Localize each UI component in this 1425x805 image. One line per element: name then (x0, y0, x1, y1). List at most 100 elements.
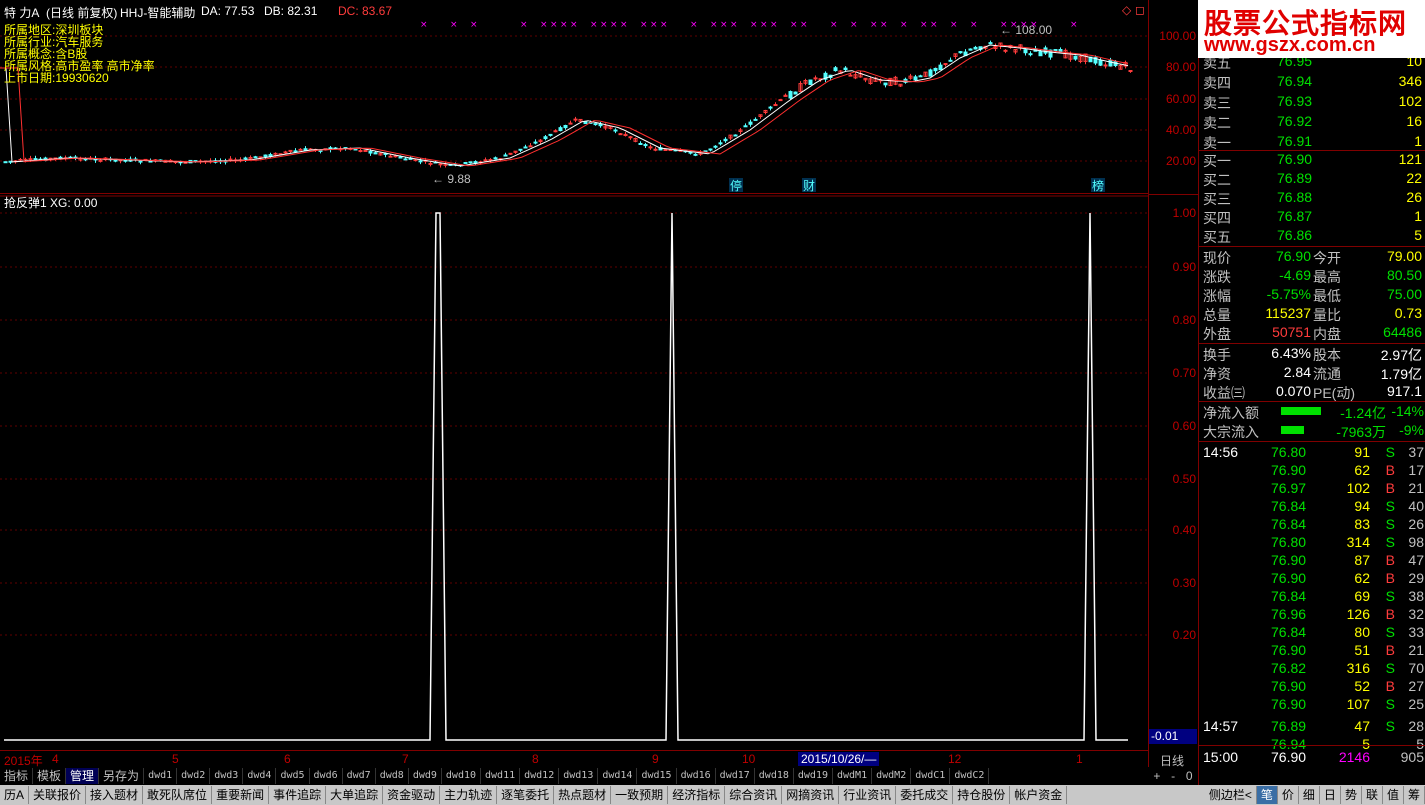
bottom-nav-item[interactable]: 网摘资讯 (782, 786, 840, 804)
indicator-tab-另存为[interactable]: 另存为 (99, 768, 145, 784)
date-tick-label: 10 (742, 752, 756, 766)
flow-row: 大宗流入 -7963万 -9% (1199, 421, 1425, 440)
indicator-axis-label: 0.60 (1172, 419, 1196, 433)
side-panel-tab[interactable]: 筹 (1404, 786, 1425, 804)
indicator-tab-dwd8[interactable]: dwd8 (376, 768, 409, 784)
indicator-tab-dwd3[interactable]: dwd3 (210, 768, 244, 784)
candle-body (33, 158, 38, 161)
bottom-nav-item[interactable]: 敢死队席位 (143, 786, 213, 804)
indicator-title: 抢反弹1 XG: 0.00 (4, 196, 98, 210)
tick-price: 76.90 (1271, 749, 1307, 765)
panel-separator (1199, 745, 1425, 746)
tick-row: 76.90 51 B 21 (1199, 641, 1425, 660)
bottom-nav-item[interactable]: 帐户资金 (1010, 786, 1068, 804)
indicator-tab-dwd7[interactable]: dwd7 (343, 768, 376, 784)
candle-body (353, 148, 358, 151)
indicator-panel[interactable]: 抢反弹1 XG: 0.00 (0, 194, 1148, 750)
tick-side: B (1385, 570, 1395, 586)
indicator-tab-dwd13[interactable]: dwd13 (559, 768, 599, 784)
indicator-tab-管理[interactable]: 管理 (66, 768, 100, 784)
candle-body (968, 48, 973, 51)
side-panel-tab[interactable]: 值 (1383, 786, 1404, 804)
bottom-nav-item[interactable]: 逐笔委托 (497, 786, 555, 804)
indicator-tab-dwd5[interactable]: dwd5 (276, 768, 310, 784)
indicator-tab-指标[interactable]: 指标 (0, 768, 34, 784)
candle-body (138, 160, 143, 163)
indicator-tab-dwd4[interactable]: dwd4 (243, 768, 277, 784)
tick-count: 21 (1408, 642, 1424, 658)
indicator-tab-dwd9[interactable]: dwd9 (409, 768, 442, 784)
bottom-nav-item[interactable]: 综合资讯 (725, 786, 783, 804)
bid-volume: 5 (1414, 227, 1422, 243)
date-tick-label: 1 (1076, 752, 1083, 766)
indicator-tab-dwd12[interactable]: dwd12 (520, 768, 560, 784)
bottom-nav-item[interactable]: 大单追踪 (326, 786, 384, 804)
indicator-tab-模板[interactable]: 模板 (33, 768, 67, 784)
candle-body (753, 118, 758, 121)
indicator-tab-dwd14[interactable]: dwd14 (598, 768, 638, 784)
zoom-control-button[interactable]: + (1149, 769, 1164, 783)
side-panel-tab[interactable]: 笔 (1256, 786, 1278, 804)
indicator-tab-dwd11[interactable]: dwd11 (481, 768, 521, 784)
bottom-nav-bar: 历A 关联报价 接入题材 敢死队席位 重要新闻 事件追踪 大单追踪 资金驱动 主力轨迹 逐笔委托热… (0, 785, 1425, 805)
indicator-tab-dwd6[interactable]: dwd6 (310, 768, 343, 784)
candle-body (723, 138, 728, 142)
tick-row: 14:56 76.80 91 S 37 (1199, 443, 1425, 462)
bid-row: 买三 76.88 26 (1199, 188, 1425, 207)
stat-label: 涨幅 (1203, 288, 1231, 304)
candle-body (368, 150, 373, 154)
indicator-chart[interactable] (0, 194, 1148, 750)
side-panel-tab[interactable]: 细 (1299, 786, 1320, 804)
tick-price: 76.90 (1271, 678, 1307, 694)
bottom-nav-item[interactable]: 资金驱动 (383, 786, 441, 804)
candle-body (613, 129, 618, 132)
main-price-chart[interactable]: ← 108.00 ← 9.88 × × × × × × × × × × × × × × × × × × × × × × × × × ×… (0, 0, 1148, 194)
candlestick-chart[interactable]: ← 108.00← 9.88× × × × × × × × × × × × × × × × × × × × × × × × × ×… (0, 0, 1148, 194)
side-panel-tab[interactable]: 日 (1320, 786, 1341, 804)
tick-price: 76.90 (1271, 462, 1307, 478)
indicator-tab-dwdM2[interactable]: dwdM2 (872, 768, 912, 784)
logo-url: www.gszx.com.cn (1204, 34, 1376, 56)
bottom-nav-item[interactable]: 接入题材 (86, 786, 144, 804)
side-panel-tab[interactable]: 价 (1278, 786, 1299, 804)
site-watermark-logo: 股票公式指标网 www.gszx.com.cn (1198, 0, 1425, 58)
bottom-nav-item[interactable]: 委托成交 (896, 786, 954, 804)
zoom-control-button[interactable]: - (1167, 769, 1179, 783)
stat-row: 外盘 50751 内盘 64486 (1199, 323, 1425, 342)
indicator-tab-dwd2[interactable]: dwd2 (177, 768, 211, 784)
indicator-tab-dwd10[interactable]: dwd10 (442, 768, 482, 784)
bottom-nav-item[interactable]: 历A (0, 786, 30, 804)
indicator-tab-dwd19[interactable]: dwd19 (794, 768, 833, 784)
candle-body (648, 146, 653, 149)
bottom-nav-item[interactable]: 主力轨迹 (440, 786, 498, 804)
bid-price: 76.86 (1277, 227, 1313, 243)
indicator-tab-dwdM1[interactable]: dwdM1 (833, 768, 873, 784)
indicator-tab-dwdC2[interactable]: dwdC2 (950, 768, 990, 784)
bottom-nav-item[interactable]: 行业资讯 (839, 786, 897, 804)
bottom-nav-item[interactable]: 事件追踪 (269, 786, 327, 804)
indicator-tab-dwdC1[interactable]: dwdC1 (911, 768, 951, 784)
bottom-nav-item[interactable]: 一致预期 (611, 786, 669, 804)
side-panel-tab[interactable]: 联 (1362, 786, 1383, 804)
tick-side: S (1385, 498, 1395, 514)
indicator-tab-dwd18[interactable]: dwd18 (755, 768, 794, 784)
bottom-nav-item[interactable]: 重要新闻 (212, 786, 270, 804)
candle-body (1003, 49, 1008, 52)
fundamental-label: 换手 (1203, 347, 1231, 363)
bottom-nav-item[interactable]: 持仓股份 (953, 786, 1011, 804)
indicator-tab-dwd16[interactable]: dwd16 (677, 768, 716, 784)
indicator-tab-dwd17[interactable]: dwd17 (716, 768, 755, 784)
candle-body (958, 51, 963, 54)
bottom-nav-item[interactable]: 经济指标 (668, 786, 726, 804)
bottom-nav-item[interactable]: 热点题材 (554, 786, 612, 804)
candle-body (1098, 59, 1103, 66)
indicator-tab-dwd15[interactable]: dwd15 (637, 768, 677, 784)
tick-volume: 107 (1346, 696, 1370, 712)
indicator-tab-dwd1[interactable]: dwd1 (144, 768, 178, 784)
candle-body (598, 123, 603, 127)
side-panel-tab[interactable]: 侧边栏< (1205, 786, 1257, 804)
zoom-control-button[interactable]: 0 (1182, 769, 1197, 783)
side-panel-tab[interactable]: 势 (1341, 786, 1362, 804)
candle-body (298, 148, 303, 151)
bottom-nav-item[interactable]: 关联报价 (29, 786, 87, 804)
